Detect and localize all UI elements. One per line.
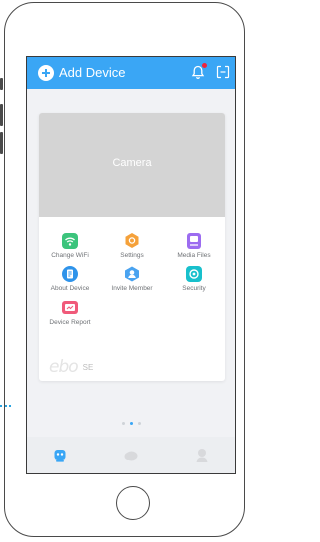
robot-home-icon[interactable] xyxy=(52,447,68,463)
about-device-label: About Device xyxy=(50,285,90,292)
invite-member-button[interactable]: Invite Member xyxy=(101,265,163,293)
brand-logo: ebo SE xyxy=(49,357,94,377)
device-card: Camera Change WiFi Settings Media Files … xyxy=(39,113,225,381)
change-wifi-button[interactable]: Change WiFi xyxy=(39,232,101,260)
app-screen: Add Device Camera Change WiFi Settings M… xyxy=(26,56,236,474)
page-dot[interactable] xyxy=(121,422,125,425)
cloud-icon[interactable] xyxy=(123,447,139,463)
about-device-button[interactable]: About Device xyxy=(39,265,101,293)
bottom-tab-bar xyxy=(27,437,235,473)
media-files-button[interactable]: Media Files xyxy=(163,232,225,260)
device-report-icon xyxy=(62,301,78,314)
change-wifi-label: Change WiFi xyxy=(51,252,89,259)
invite-member-icon xyxy=(125,266,139,282)
callout-dotted-line xyxy=(0,405,11,407)
model-label: SE xyxy=(82,362,94,372)
about-device-icon xyxy=(62,266,78,282)
top-bar: Add Device xyxy=(27,57,235,89)
security-button[interactable]: Security xyxy=(163,265,225,293)
device-report-button[interactable]: Device Report xyxy=(39,299,101,327)
device-report-label: Device Report xyxy=(49,319,91,326)
security-label: Security xyxy=(182,285,206,292)
profile-icon[interactable] xyxy=(194,447,210,463)
phone-volume-down-button xyxy=(0,132,3,154)
media-files-icon xyxy=(187,233,201,249)
invite-member-label: Invite Member xyxy=(111,285,153,292)
settings-button[interactable]: Settings xyxy=(101,232,163,260)
page-dot-active[interactable] xyxy=(129,422,133,425)
wifi-icon xyxy=(62,233,78,249)
page-indicator[interactable] xyxy=(27,422,235,425)
phone-volume-up-button xyxy=(0,104,3,126)
page-dot[interactable] xyxy=(137,422,141,425)
camera-preview[interactable]: Camera xyxy=(39,113,225,217)
add-device-button[interactable]: Add Device xyxy=(59,65,125,81)
phone-home-button[interactable] xyxy=(116,486,150,520)
media-files-label: Media Files xyxy=(177,252,211,259)
security-icon xyxy=(186,266,202,282)
plus-circle-icon[interactable] xyxy=(38,65,54,81)
camera-label: Camera xyxy=(112,157,152,169)
notification-dot xyxy=(202,63,207,68)
settings-label: Settings xyxy=(120,252,144,259)
phone-side-button xyxy=(0,78,3,90)
exit-icon[interactable] xyxy=(216,65,230,79)
ebo-logo: ebo xyxy=(49,357,79,377)
settings-gear-icon xyxy=(125,233,139,248)
